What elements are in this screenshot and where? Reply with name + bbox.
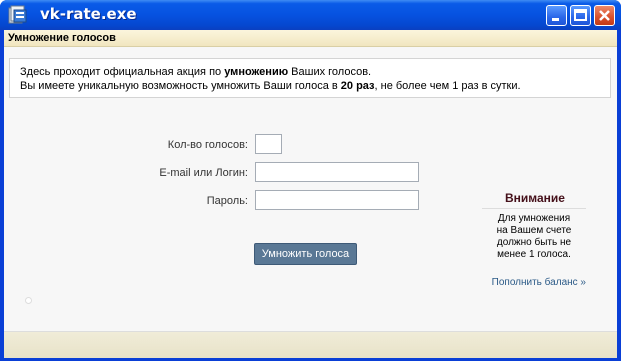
notice-line-2: Вы имеете уникальную возможность умножит… [20, 80, 521, 92]
app-icon [8, 5, 27, 24]
close-button[interactable] [594, 5, 615, 26]
window-title: vk-rate.exe [40, 5, 137, 23]
client-area: Умножение голосов Здесь проходит официал… [4, 30, 617, 358]
multiply-votes-button[interactable]: Умножить голоса [254, 243, 357, 265]
footer-bar [4, 331, 617, 358]
login-label: E-mail или Логин: [159, 167, 248, 179]
status-dot [25, 297, 32, 304]
notice-line-1: Здесь проходит официальная акция по умно… [20, 66, 372, 78]
section-header: Умножение голосов [4, 30, 617, 47]
password-label: Пароль: [206, 195, 248, 207]
warning-text: Для умножения на Вашем счете должно быть… [496, 213, 572, 260]
minimize-icon [552, 18, 559, 21]
content-panel: Здесь проходит официальная акция по умно… [4, 47, 617, 331]
warning-title: Внимание [505, 191, 565, 205]
maximize-icon [574, 9, 587, 21]
section-title: Умножение голосов [8, 32, 116, 44]
minimize-button[interactable] [546, 5, 567, 26]
login-input[interactable] [255, 162, 419, 182]
warning-divider [482, 208, 586, 209]
maximize-button[interactable] [570, 5, 591, 26]
app-window: vk-rate.exe Умножение голосов Здесь прох… [0, 0, 621, 361]
title-bar[interactable]: vk-rate.exe [0, 0, 621, 30]
votes-input[interactable] [255, 134, 282, 154]
top-up-balance-link[interactable]: Пополнить баланс » [482, 277, 586, 288]
password-input[interactable] [255, 190, 419, 210]
close-icon [599, 10, 610, 21]
notice-box: Здесь проходит официальная акция по умно… [9, 58, 611, 98]
votes-label: Кол-во голосов: [167, 139, 248, 151]
